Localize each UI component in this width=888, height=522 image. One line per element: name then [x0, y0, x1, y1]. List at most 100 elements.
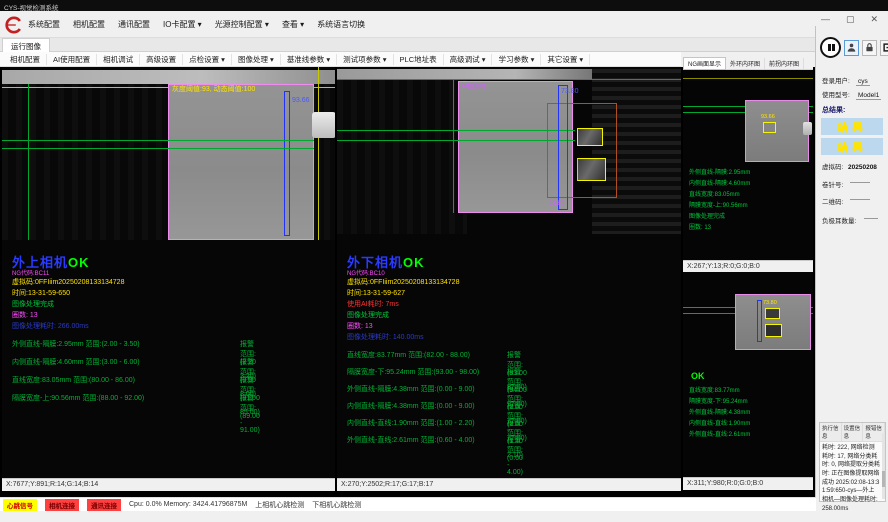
tab-row: 运行图像	[0, 38, 815, 52]
menu-item-system-config[interactable]: 系统配置	[28, 19, 60, 30]
menu-item-comm-config[interactable]: 通讯配置	[118, 19, 150, 30]
sb2-result-ok: OK	[691, 372, 705, 382]
login-user-value: cys	[856, 78, 870, 86]
left-camera-label: 外上相机	[12, 255, 68, 270]
camera-connection-badge: 相机连接	[45, 499, 79, 511]
sidebar-view-1[interactable]: 93.66 外侧直线-隔膜:2.95mm 内侧直线-隔膜:4.60mm 直线宽度…	[683, 70, 813, 260]
measure-value: 隔膜宽度-上:90.56mm 范围:(88.00 - 92.00)	[12, 395, 144, 402]
app-window: CYS-视觉检测系统 系统配置 相机配置 通讯配置 IO卡配置 ▾ 光源控制配置…	[0, 0, 888, 522]
left-ng-line: NG代码:BC11	[12, 271, 49, 278]
measure-value: 内侧直线-隔膜:4.38mm 范围:(0.00 - 9.00)	[347, 403, 475, 410]
toolbar-camera-debug[interactable]: 相机调试	[97, 54, 140, 65]
cpu-memory-status: Cpu: 0.0% Memory: 3424.41796875M	[129, 501, 247, 508]
result-box-upper: 结果	[821, 118, 883, 135]
sb1-yellow-box	[763, 122, 776, 133]
toolbar-test-params[interactable]: 测试项参数 ▾	[337, 54, 393, 65]
left-threshold-overlay: 灰度阈值:93, 动态阈值:100	[172, 86, 255, 94]
left-process-done: 图像处理完成	[12, 301, 54, 309]
sidebar2-coordinates-bar: X:311;Y:980;R:0;G:0;B:0	[683, 477, 813, 490]
minimize-button[interactable]: —	[821, 14, 830, 25]
model-value: Model1	[856, 92, 881, 100]
toolbar-camera-config[interactable]: 相机配置	[4, 54, 47, 65]
measure-value: 隔膜宽度-下:95.24mm 范围:(93.00 - 98.00)	[347, 369, 479, 376]
menu-item-io-config[interactable]: IO卡配置 ▾	[163, 19, 202, 30]
toolbar-advanced-settings[interactable]: 高级设置	[140, 54, 183, 65]
mid-green-line-top	[337, 79, 681, 80]
toolbar-image-processing[interactable]: 图像处理 ▾	[232, 54, 281, 65]
middle-camera-view[interactable]: AI检测框 73.80 93.80 外下相机OK NG代码:BC10 虚拟码:0…	[337, 67, 681, 478]
user-icon	[846, 42, 857, 53]
mid-green-line-v1	[453, 79, 454, 213]
menu-item-language[interactable]: 系统语言切换	[317, 19, 365, 30]
alarm-range: 报警范围:(89.00 - 91.00)	[240, 393, 260, 434]
mid-measure-row-5: 内侧直线-直线:1.90mm 范围:(1.00 - 2.20)报警范围:(1.1…	[347, 418, 475, 428]
left-coordinates-bar: X:7677;Y:891;R:14;G:14;B:14	[2, 478, 335, 491]
pause-button[interactable]	[820, 37, 841, 58]
measure-value: 直线宽度:83.77mm 范围:(82.00 - 88.00)	[347, 352, 470, 359]
alarm-range: 报警范围:(0.60 - 4.00)	[507, 435, 523, 476]
mid-camera-name: 外下相机OK	[347, 256, 425, 270]
info-tab-settings[interactable]: 设置信息	[842, 423, 864, 441]
lock-icon	[864, 42, 875, 53]
toolbar-baseline-params[interactable]: 基准线参数 ▾	[281, 54, 337, 65]
right-panel: 登录用户: cys 使用型号: Model1 总结果: 结果 结果 虚拟码: 2…	[815, 26, 888, 511]
user-login-button[interactable]	[844, 40, 859, 56]
sb1-yellow-line	[683, 78, 813, 79]
menu-item-camera-config[interactable]: 相机配置	[73, 19, 105, 30]
menu-item-view[interactable]: 查看 ▾	[282, 19, 304, 30]
mid-violet-value: 93.80	[549, 201, 564, 208]
mid-barcode: 虚拟码:0FFIiim20250208133134728	[347, 279, 459, 287]
bottom-filler	[0, 511, 888, 522]
mid-cycle-count: 圈数: 13	[347, 323, 373, 331]
info-tab-execution[interactable]: 执行信息	[820, 423, 842, 441]
menu-item-light-config[interactable]: 光源控制配置 ▾	[215, 19, 269, 30]
close-button[interactable]: ✕	[870, 14, 878, 25]
toolbar-spot-check[interactable]: 点检设置 ▾	[183, 54, 232, 65]
left-yellow-line-v	[318, 67, 319, 240]
lock-button[interactable]	[862, 40, 877, 56]
mid-blue-measure-value: 73.80	[561, 88, 579, 96]
login-user-label: 登录用户:	[822, 78, 850, 85]
log-text: 耗时: 222, 网络检测耗时: 17, 网络分类耗时: 0, 网络提取分类耗时…	[820, 442, 885, 516]
mid-process-done: 图像处理完成	[347, 312, 389, 320]
sidebar-tab-outer-ring[interactable]: 外环内环图	[726, 58, 765, 69]
title-bar: CYS-视觉检测系统	[0, 0, 888, 11]
toolbar-plc-table[interactable]: PLC地址表	[394, 54, 444, 65]
mid-green-line-h2	[337, 140, 575, 141]
sidebar-tab-ng-display[interactable]: NG画面显示	[683, 57, 726, 70]
exit-button[interactable]	[880, 40, 888, 56]
left-top-band	[2, 70, 335, 84]
result-box-lower: 结果	[821, 138, 883, 155]
toolbar-learning-params[interactable]: 学习参数 ▾	[492, 54, 541, 65]
app-logo-icon	[5, 16, 23, 34]
sidebar-view-2[interactable]: 73.80 OK 直线宽度:83.77mm 隔膜宽度-下:95.24mm 外侧直…	[683, 272, 813, 477]
measure-value: 外侧直线-直线:2.61mm 范围:(0.60 - 4.00)	[347, 437, 475, 444]
sb1-line-3: 直线宽度:83.05mm	[689, 192, 740, 199]
upper-camera-heartbeat: 上相机心跳检测	[255, 500, 304, 510]
result-box-lower-text: 结果	[837, 139, 867, 155]
left-camera-view[interactable]: 灰度阈值:93, 动态阈值:100 93.66 外上相机OK NG代码:BC11…	[2, 67, 335, 478]
lower-camera-heartbeat: 下相机心跳检测	[312, 500, 361, 510]
maximize-button[interactable]: ▢	[846, 14, 855, 25]
toolbar-advanced-debug[interactable]: 高级调试 ▾	[444, 54, 493, 65]
toolbar-other-settings[interactable]: 其它设置 ▾	[541, 54, 590, 65]
mid-yellow-box-1	[577, 128, 603, 146]
sb1-line-5: 图像处理完成	[689, 214, 725, 221]
mid-ai-time: 使用AI耗时: 7ms	[347, 301, 399, 309]
sb1-line-2: 内侧直线-隔膜:4.60mm	[689, 181, 750, 188]
sb1-line-1: 外侧直线-隔膜:2.95mm	[689, 170, 750, 177]
qr-code-value	[850, 199, 870, 200]
model-label: 使用型号:	[822, 92, 850, 99]
exit-icon	[882, 42, 888, 53]
sidebar-tab-front-ring[interactable]: 前拐内环图	[765, 58, 804, 69]
mid-blue-measure-box	[558, 85, 568, 210]
toolbar-ai-config[interactable]: AI使用配置	[47, 54, 97, 65]
measure-value: 外侧直线-隔膜:2.95mm 范围:(2.00 - 3.50)	[12, 341, 140, 348]
left-green-line-v	[28, 84, 29, 240]
mid-measure-row-4: 内侧直线-隔膜:4.38mm 范围:(0.00 - 9.00)报警范围:(2.0…	[347, 401, 475, 411]
measure-value: 内侧直线-隔膜:4.60mm 范围:(3.00 - 6.00)	[12, 359, 140, 366]
virtual-code-label: 虚拟码:	[822, 164, 843, 171]
log-scrollbar[interactable]	[882, 433, 885, 499]
sb2-blue-box	[757, 300, 762, 342]
tab-run-image[interactable]: 运行图像	[2, 38, 50, 52]
